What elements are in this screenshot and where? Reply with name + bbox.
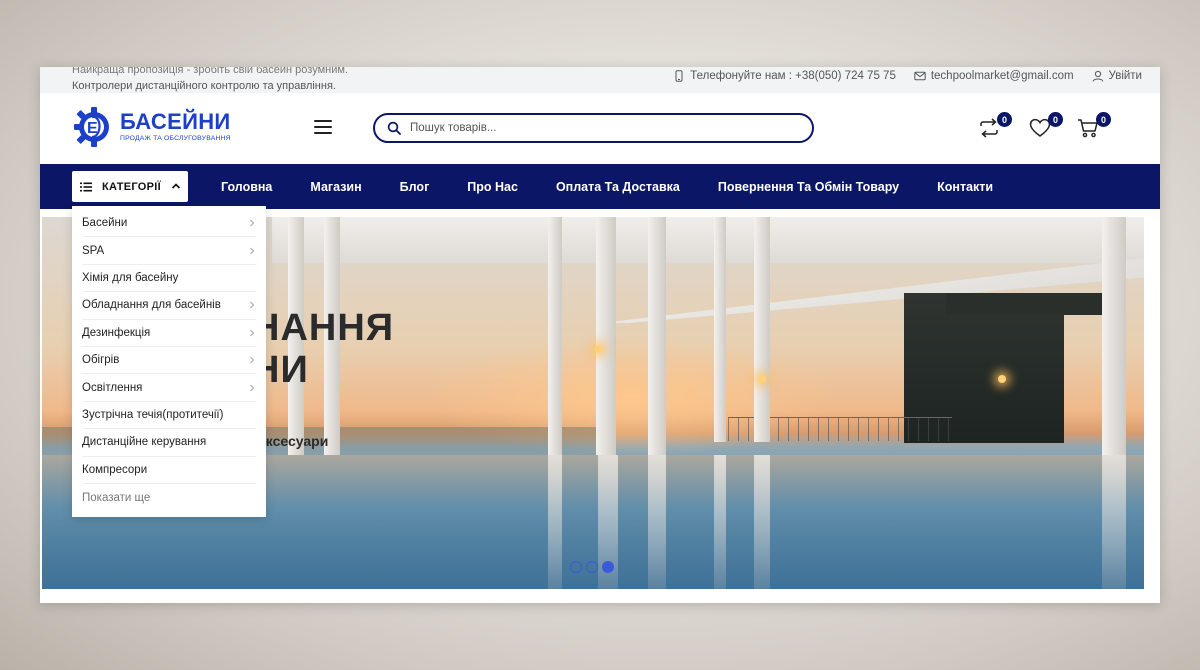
main-nav: КАТЕГОРІЇ Головна Магазин Блог Про Нас О… — [40, 164, 1160, 209]
chevron-right-icon — [250, 356, 255, 364]
category-item[interactable]: Обладнання для басейнів — [82, 292, 256, 320]
phone-text: Телефонуйте нам : +38(050) 724 75 75 — [690, 70, 896, 82]
list-icon — [80, 182, 92, 191]
email-link[interactable]: techpoolmarket@gmail.com — [914, 70, 1074, 82]
slider-dot-1[interactable] — [570, 561, 582, 573]
email-text: techpoolmarket@gmail.com — [930, 70, 1074, 82]
chevron-right-icon — [250, 247, 255, 254]
logo-subtitle: ПРОДАЖ ТА ОБСЛУГОВУВАННЯ — [120, 135, 231, 142]
site-logo[interactable]: E БАСЕЙНИ ПРОДАЖ ТА ОБСЛУГОВУВАННЯ — [72, 105, 232, 147]
category-item[interactable]: SPA — [82, 237, 256, 265]
categories-label: КАТЕГОРІЇ — [102, 180, 161, 193]
category-item[interactable]: Дистанційне керування — [82, 429, 256, 457]
login-link[interactable]: Увійти — [1092, 70, 1142, 82]
promo-text: Найкраща пропозиція - зробіть свій басей… — [72, 67, 348, 93]
categories-button[interactable]: КАТЕГОРІЇ — [72, 171, 188, 202]
category-label: SPA — [82, 244, 105, 257]
promo-line-1: Найкраща пропозиція - зробіть свій басей… — [72, 67, 348, 76]
category-label: Дезинфекція — [82, 326, 151, 339]
phone-icon — [675, 70, 683, 82]
site-header: E БАСЕЙНИ ПРОДАЖ ТА ОБСЛУГОВУВАННЯ 0 — [40, 93, 1160, 165]
category-label: Компресори — [82, 463, 148, 476]
nav-link-shop[interactable]: Магазин — [310, 180, 361, 194]
gear-logo-icon: E — [74, 107, 109, 147]
login-text: Увійти — [1108, 70, 1142, 82]
categories-dropdown: Басейни SPA Хімія для басейну Обладнання дл… — [72, 206, 266, 517]
browser-page: Найкраща пропозиція - зробіть свій басей… — [40, 67, 1160, 603]
show-more-link[interactable]: Показати ще — [82, 484, 256, 512]
slider-dot-3[interactable] — [602, 561, 614, 573]
hero-title: НАННЯ НИ — [252, 307, 394, 391]
category-item[interactable]: Обігрів — [82, 347, 256, 375]
category-item[interactable]: Зустрічна течія(протитечії) — [82, 402, 256, 430]
search-icon — [387, 121, 401, 135]
nav-link-returns[interactable]: Повернення Та Обмін Товару — [718, 180, 899, 194]
promo-line-2: Контролери дистанційного контролю та упр… — [72, 80, 336, 92]
chevron-right-icon — [250, 219, 255, 227]
chevron-right-icon — [250, 301, 255, 309]
chevron-right-icon — [250, 329, 255, 337]
category-label: Обігрів — [82, 354, 120, 367]
logo-title: БАСЕЙНИ — [120, 109, 231, 134]
category-label: Обладнання для басейнів — [82, 299, 221, 312]
chevron-up-icon — [171, 183, 181, 189]
user-icon — [1092, 70, 1103, 82]
category-label: Хімія для басейну — [82, 271, 179, 284]
nav-link-home[interactable]: Головна — [221, 180, 272, 194]
nav-link-contacts[interactable]: Контакти — [937, 180, 993, 194]
category-label: Дистанційне керування — [82, 436, 207, 449]
category-item[interactable]: Освітлення — [82, 374, 256, 402]
nav-link-blog[interactable]: Блог — [400, 180, 430, 194]
search-input[interactable] — [410, 122, 790, 134]
hero-subtitle: аксесуари — [258, 433, 329, 449]
nav-links: Головна Магазин Блог Про Нас Оплата Та Д… — [221, 164, 1031, 209]
hamburger-menu-icon[interactable] — [314, 120, 332, 134]
hero-title-line-1: НАННЯ — [252, 307, 395, 349]
slider-dots — [570, 561, 614, 573]
cart-count-badge: 0 — [1096, 112, 1111, 127]
compare-count-badge: 0 — [997, 112, 1012, 127]
phone-link[interactable]: Телефонуйте нам : +38(050) 724 75 75 — [673, 70, 896, 82]
hero-title-line-2: НИ — [252, 349, 309, 391]
category-label: Освітлення — [82, 381, 143, 394]
compare-button[interactable]: 0 — [978, 112, 1012, 139]
top-contacts: Телефонуйте нам : +38(050) 724 75 75 tec… — [673, 67, 1142, 85]
category-item[interactable]: Хімія для басейну — [82, 265, 256, 293]
top-bar: Найкраща пропозиція - зробіть свій басей… — [40, 67, 1160, 93]
nav-link-payment-delivery[interactable]: Оплата Та Доставка — [556, 180, 680, 194]
slider-dot-2[interactable] — [586, 561, 598, 573]
search-bar[interactable] — [373, 113, 814, 143]
wishlist-count-badge: 0 — [1048, 112, 1063, 127]
category-label: Басейни — [82, 217, 128, 230]
chevron-right-icon — [250, 384, 255, 391]
mail-icon — [914, 71, 926, 81]
cart-button[interactable]: 0 — [1077, 112, 1111, 139]
nav-link-about[interactable]: Про Нас — [467, 180, 518, 194]
category-item[interactable]: Басейни — [82, 210, 256, 238]
wishlist-button[interactable]: 0 — [1029, 112, 1063, 139]
category-item[interactable]: Компресори — [82, 457, 256, 484]
category-label: Зустрічна течія(протитечії) — [82, 408, 224, 421]
category-item[interactable]: Дезинфекція — [82, 320, 256, 347]
